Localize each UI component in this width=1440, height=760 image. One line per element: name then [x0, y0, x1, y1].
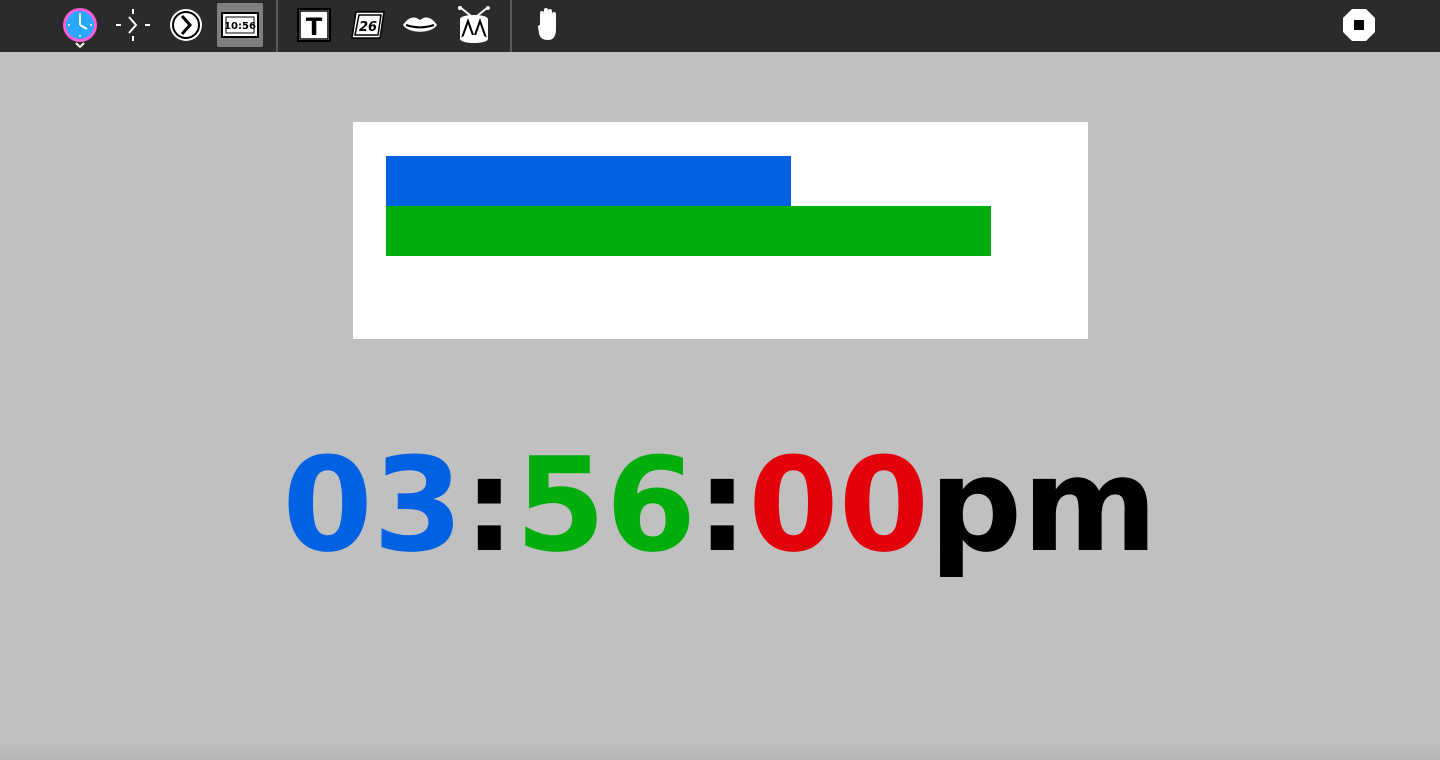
time-bars-panel	[353, 122, 1088, 339]
time-separator: :	[696, 429, 749, 581]
am-pm-label: pm	[929, 429, 1158, 581]
calendar-button[interactable]: 26	[345, 3, 391, 47]
stop-icon	[1343, 9, 1375, 41]
sun-dial-icon	[116, 9, 150, 41]
grab-hand-button[interactable]	[525, 3, 571, 47]
analog-clock-icon	[63, 8, 97, 42]
speak-button[interactable]	[397, 3, 443, 47]
text-icon-label: T	[306, 13, 323, 41]
digital-time-display: 03:56:00pm	[0, 430, 1440, 580]
text-icon: T	[297, 8, 331, 42]
hours-bar	[386, 156, 791, 206]
digital-clock-button[interactable]: 10:56	[217, 3, 263, 47]
calendar-icon: 26	[351, 11, 385, 39]
digital-clock-icon: 10:56	[221, 12, 259, 38]
seconds-digits: 00	[748, 429, 930, 581]
chevron-down-icon[interactable]	[74, 40, 86, 50]
hours-digits: 03	[282, 429, 464, 581]
bottom-shadow	[0, 740, 1440, 760]
toolbar-separator	[276, 0, 278, 52]
calendar-icon-label: 26	[359, 20, 377, 35]
timer-icon	[170, 9, 202, 41]
sun-dial-button[interactable]	[110, 3, 156, 47]
alarm-icon	[458, 6, 490, 43]
speak-icon	[403, 17, 437, 32]
text-button[interactable]: T	[291, 3, 337, 47]
minutes-digits: 56	[515, 429, 697, 581]
minutes-bar	[386, 206, 991, 256]
stop-button[interactable]	[1336, 3, 1382, 47]
grab-hand-icon	[538, 8, 556, 40]
alarm-button[interactable]	[451, 3, 497, 47]
toolbar: 10:56 T 26	[0, 0, 1440, 52]
toolbar-separator	[510, 0, 512, 52]
digital-clock-icon-label: 10:56	[224, 21, 256, 32]
time-separator: :	[463, 429, 516, 581]
timer-button[interactable]	[163, 3, 209, 47]
